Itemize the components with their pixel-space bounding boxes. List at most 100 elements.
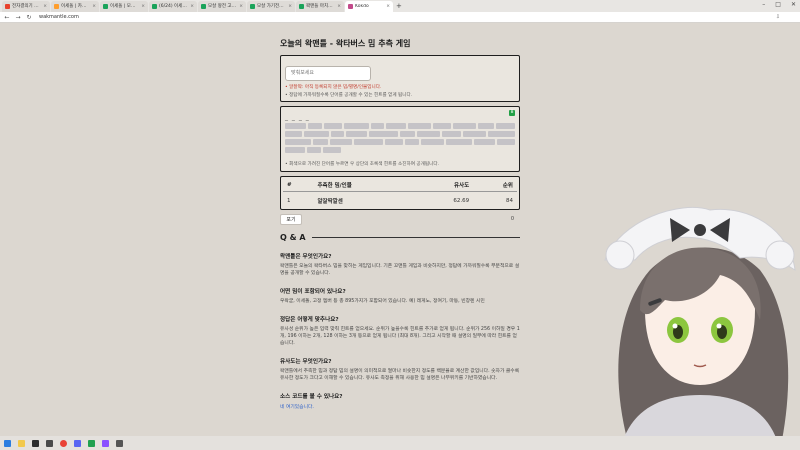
redacted-word[interactable] [285, 130, 303, 137]
row-guess: 알잘딱깔센 [317, 198, 343, 205]
forward-icon[interactable]: → [15, 14, 21, 21]
redacted-word[interactable] [417, 130, 441, 137]
redacted-word[interactable] [369, 130, 399, 137]
redacted-word[interactable] [446, 138, 472, 145]
steam-icon[interactable] [32, 439, 39, 447]
redacted-word[interactable] [353, 138, 384, 145]
browser-tab[interactable]: 이세돌 | 모팡 비티오 펙통들 · 오× [100, 0, 148, 12]
redacted-word[interactable] [285, 122, 307, 129]
redacted-word[interactable] [442, 130, 462, 137]
redacted-word[interactable] [495, 122, 515, 129]
redacted-word[interactable] [433, 122, 451, 129]
redacted-word[interactable] [323, 146, 341, 153]
tab-label: 모살 가기전에 쪽밴들 한 번 해 [257, 4, 286, 9]
app-icon[interactable] [102, 439, 109, 447]
redacted-word[interactable] [370, 122, 385, 129]
tab-close-icon[interactable]: × [386, 4, 390, 9]
redacted-word[interactable] [304, 130, 330, 137]
redacted-word[interactable] [497, 138, 515, 145]
hint-footer: • 회색으로 가려진 단어를 누르면 우 상단의 초록색 힌트를 소진하여 공개… [285, 161, 440, 167]
guess-input[interactable] [285, 65, 371, 81]
redacted-word[interactable] [400, 130, 416, 137]
redacted-word[interactable] [404, 138, 419, 145]
row-num: 1 [287, 197, 291, 204]
tab-label: 전자결의기 꼬매들 · 종합 가시기 [12, 4, 41, 9]
app-icon[interactable] [46, 439, 53, 447]
discord-icon[interactable] [74, 439, 81, 447]
redacted-word[interactable] [285, 146, 305, 153]
app-icon[interactable] [88, 439, 95, 447]
address-bar: ← → ↻ wakmantle.com ⇩ [0, 12, 800, 23]
redacted-word[interactable] [386, 122, 406, 129]
file-explorer-icon[interactable] [18, 439, 25, 447]
qa-question: 왁맨틀은 무엇인가요? [280, 253, 332, 260]
browser-tab[interactable]: Kokdo × [345, 0, 393, 12]
tab-close-icon[interactable]: × [190, 4, 194, 9]
redacted-row [285, 130, 516, 137]
answer-blanks: _ _ _ _ [285, 113, 310, 121]
maximize-icon[interactable]: □ [775, 1, 781, 8]
redacted-word[interactable] [407, 122, 432, 129]
hint-box: _ _ _ _ 8 • 회색으로 가려진 단어를 누르면 우 상단의 초록색 힌… [280, 105, 520, 172]
new-tab-button[interactable]: + [396, 2, 402, 10]
redacted-word[interactable] [488, 130, 516, 137]
extensions-icon[interactable]: ⇩ [776, 14, 780, 20]
table-row: 1 알잘딱깔센 62.69 84 [283, 191, 517, 209]
qa-question: 유사도는 무엇인가요? [280, 358, 332, 365]
tab-close-icon[interactable]: × [43, 4, 47, 9]
redacted-word[interactable] [330, 138, 352, 145]
guess-counter: 0 [510, 216, 514, 222]
redacted-word[interactable] [463, 130, 487, 137]
source-code-link[interactable]: 네 여기있습니다. [280, 403, 520, 410]
chrome-icon[interactable] [60, 439, 67, 447]
qa-answer: 왁맨틀은 오늘의 왁타버스 밈을 맞히는 게임입니다. 기존 꼬맨틀 게임과 비… [280, 263, 520, 276]
window-controls: – □ ✕ [762, 1, 796, 8]
redacted-word[interactable] [312, 138, 329, 145]
row-rank: 84 [506, 197, 513, 204]
redacted-word[interactable] [420, 138, 445, 145]
tab-close-icon[interactable]: × [288, 4, 292, 9]
minimize-icon[interactable]: – [762, 1, 765, 8]
col-guess: 추측한 밈/인물 [313, 176, 416, 192]
tab-close-icon[interactable]: × [337, 4, 341, 9]
tab-close-icon[interactable]: × [141, 4, 145, 9]
redacted-word[interactable] [477, 122, 494, 129]
redacted-word[interactable] [473, 138, 496, 145]
redacted-word[interactable] [346, 130, 368, 137]
redacted-word[interactable] [331, 130, 345, 137]
qa-answer: 왁맨틀에서 추측한 밈과 정답 밈의 설명이 의미적으로 얼마나 비슷한지 정도… [280, 368, 520, 381]
browser-tab-bar: 전자결의기 꼬매들 · 종합 가시기×이세돌 | 카파가시코 페통들×이세돌 |… [0, 0, 800, 12]
error-message: • 알잘딱: 아직 등록되지 않은 밈/별명/인물입니다. [285, 84, 382, 90]
main-content: 오늘의 왁맨틀 - 왁타버스 밈 추측 게임 • 알잘딱: 아직 등록되지 않은… [280, 38, 520, 410]
browser-tab[interactable]: (6/24) 이세돌 팡실팡실 일 · 비디× [149, 0, 197, 12]
browser-tab[interactable]: 모살 왕전 고리용 촉영별 끝마니× [198, 0, 246, 12]
redacted-word[interactable] [343, 122, 369, 129]
redacted-word[interactable] [307, 146, 321, 153]
close-window-icon[interactable]: ✕ [791, 1, 796, 8]
redacted-word[interactable] [324, 122, 342, 129]
redacted-word[interactable] [385, 138, 403, 145]
reload-icon[interactable]: ↻ [26, 14, 32, 21]
tab-close-icon[interactable]: × [92, 4, 96, 9]
qa-question: 정답은 어떻게 맞추나요? [280, 316, 339, 323]
os-taskbar [0, 436, 800, 450]
browser-tab[interactable]: 전자결의기 꼬매들 · 종합 가시기× [2, 0, 50, 12]
url-field[interactable]: wakmantle.com [39, 14, 79, 20]
tab-label: 이세돌 | 모팡 비티오 펙통들 · 오 [110, 4, 139, 9]
tab-label: Kokdo [355, 3, 369, 9]
tab-favicon-icon [152, 3, 157, 9]
tab-list: 전자결의기 꼬매들 · 종합 가시기×이세돌 | 카파가시코 페통들×이세돌 |… [2, 0, 393, 12]
give-up-button[interactable]: 포기 [280, 213, 302, 225]
redacted-word[interactable] [452, 122, 476, 129]
redacted-word[interactable] [308, 122, 322, 129]
guess-table: # 추측한 밈/인물 유사도 순위 1 알잘딱깔센 62.69 84 [283, 176, 517, 209]
app-icon[interactable] [116, 439, 123, 447]
back-icon[interactable]: ← [4, 14, 10, 21]
tab-close-icon[interactable]: × [239, 4, 243, 9]
redacted-word[interactable] [285, 138, 311, 145]
redacted-row [285, 138, 515, 145]
start-icon[interactable] [4, 439, 11, 447]
browser-tab[interactable]: 꽉맨들 마치에 비터버스 · 비드× [296, 0, 344, 12]
browser-tab[interactable]: 이세돌 | 카파가시코 페통들× [51, 0, 99, 12]
browser-tab[interactable]: 모살 가기전에 쪽밴들 한 번 해× [247, 0, 295, 12]
